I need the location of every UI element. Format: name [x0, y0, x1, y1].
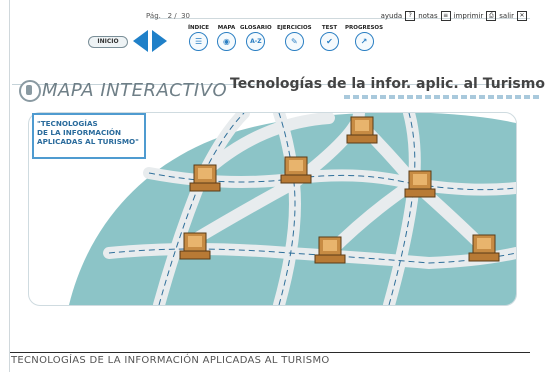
page-indicator: Pág. 2 / 30: [146, 12, 190, 20]
previous-arrow-icon[interactable]: [133, 30, 148, 52]
callout-line-2: DE LA INFORMACIÓN: [37, 128, 122, 137]
exit-link[interactable]: salir: [499, 12, 514, 20]
course-callout: "TECNOLOGÍAS DE LA INFORMACIÓN APLICADAS…: [32, 113, 146, 159]
computer-icon[interactable]: [404, 170, 436, 198]
page-separator: /: [174, 12, 177, 20]
footer-divider: [10, 352, 530, 353]
nav-glossary-label: GLOSARIO: [240, 25, 272, 31]
subject-title: Tecnologías de la infor. aplic. al Turis…: [230, 76, 545, 92]
computer-icon[interactable]: [189, 164, 221, 192]
print-icon[interactable]: ⎙: [486, 11, 497, 21]
computer-icon[interactable]: [346, 116, 378, 144]
close-icon[interactable]: ✕: [517, 11, 527, 21]
nav-map-label: MAPA: [217, 25, 236, 31]
home-button[interactable]: INICIO: [88, 36, 128, 48]
test-icon: ✔: [320, 32, 339, 51]
next-arrow-icon[interactable]: [152, 30, 167, 52]
page-current: 2: [167, 12, 173, 20]
notes-link[interactable]: notas: [418, 12, 437, 20]
nav-map-button[interactable]: MAPA ◉: [217, 25, 236, 51]
map-title: MAPA INTERACTIVO: [42, 80, 228, 101]
nav-progress-label: PROGRESOS: [345, 25, 384, 31]
decorative-dots: [344, 95, 539, 99]
nav-exercises-label: EJERCICIOS: [277, 25, 312, 31]
page-label: Pág.: [146, 12, 161, 20]
notes-icon[interactable]: ≡: [440, 11, 451, 21]
nav-index-button[interactable]: ÍNDICE ☰: [188, 25, 209, 51]
print-link[interactable]: imprimir: [454, 12, 484, 20]
left-border: [9, 0, 10, 372]
nav-test-button[interactable]: TEST ✔: [320, 25, 339, 51]
nav-progress-button[interactable]: PROGRESOS ↗: [345, 25, 383, 51]
help-icon[interactable]: ?: [405, 11, 416, 21]
help-link[interactable]: ayuda: [381, 12, 403, 20]
nav-index-label: ÍNDICE: [188, 25, 210, 31]
glossary-icon: A-Z: [246, 32, 266, 51]
computer-icon[interactable]: [468, 234, 500, 262]
index-icon: ☰: [189, 32, 209, 51]
progress-icon: ↗: [354, 32, 374, 51]
exercises-icon: ✎: [284, 32, 304, 51]
callout-line-1: "TECNOLOGÍAS: [37, 119, 98, 128]
computer-icon[interactable]: [179, 232, 211, 260]
map-person-icon: [19, 80, 41, 102]
nav-test-label: TEST: [321, 25, 338, 31]
nav-exercises-button[interactable]: EJERCICIOS ✎: [277, 25, 312, 51]
computer-icon[interactable]: [314, 236, 346, 264]
callout-line-3: APLICADAS AL TURISMO": [37, 137, 139, 146]
nav-glossary-button[interactable]: GLOSARIO A-Z: [240, 25, 272, 51]
page-total: 30: [181, 12, 190, 20]
computer-icon[interactable]: [280, 156, 312, 184]
footer-title: TECNOLOGÍAS DE LA INFORMACIÓN APLICADAS …: [11, 355, 330, 366]
map-icon: ◉: [217, 32, 236, 51]
utility-bar: ayuda ? notas ≡ imprimir ⎙ salir ✕: [381, 11, 527, 21]
